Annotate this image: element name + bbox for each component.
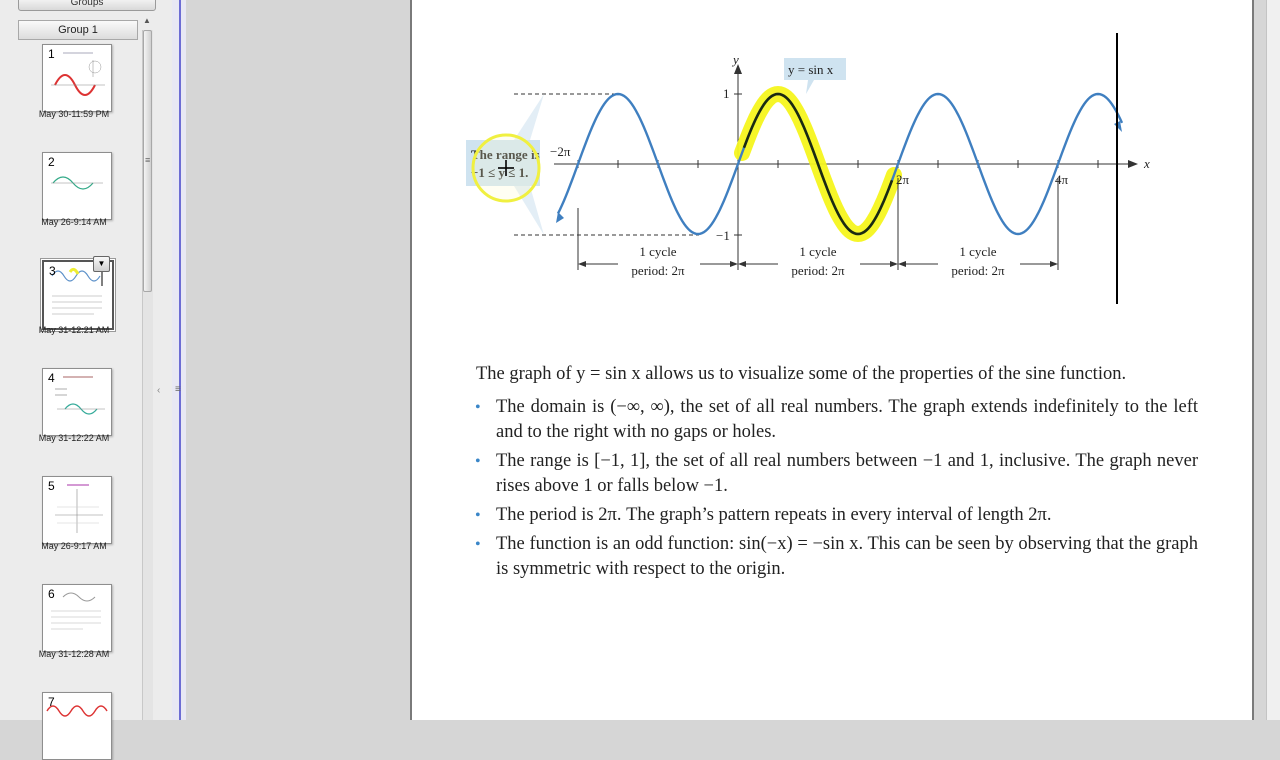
bullet-icon: • — [475, 536, 481, 553]
thumbnail-number: 1 — [48, 47, 55, 61]
splitter-grip-icon[interactable]: ≡ — [175, 384, 181, 395]
page-scrollbar[interactable] — [1266, 0, 1280, 720]
intro-paragraph: The graph of y = sin x allows us to visu… — [476, 364, 1127, 384]
thumbnail-number: 7 — [48, 695, 55, 709]
list-item-text: The domain is (−∞, ∞), the set of all re… — [496, 397, 1198, 442]
thumbnail-number: 6 — [48, 587, 55, 601]
thumbnail-number: 2 — [48, 155, 55, 169]
thumbnail-date: May 30-11:59 PM — [38, 109, 110, 119]
property-list: • The domain is (−∞, ∞), the set of all r… — [446, 395, 1198, 582]
splitter-line — [179, 0, 181, 720]
thumbnail-number: 5 — [48, 479, 55, 493]
list-item-text: The range is [−1, 1], the set of all rea… — [496, 451, 1198, 496]
thumbnail-date: May 26-9:14 AM — [41, 217, 107, 227]
cycle-period-3: period: 2π — [951, 263, 1005, 278]
grip-icon: ≡ — [145, 155, 151, 165]
thumbnail-date: May 31-12:22 AM — [38, 433, 110, 443]
thumbnail-date: May 31-12:28 AM — [38, 649, 110, 659]
range-callout-pointer — [514, 94, 544, 140]
thumbnail-date: May 26-9:17 AM — [41, 541, 107, 551]
x-axis-arrow-icon — [1128, 160, 1138, 168]
cycle-period-2: period: 2π — [791, 263, 845, 278]
y-tick-label-top: 1 — [723, 86, 730, 101]
list-item: • The period is 2π. The graph’s pattern r… — [446, 503, 1198, 528]
curve-label: y = sin x — [788, 62, 834, 77]
bullet-icon: • — [475, 399, 481, 416]
curve-left-arrow-icon — [556, 212, 564, 223]
x-tick-label-neg-2pi: −2π — [550, 144, 571, 159]
group-header[interactable]: Group 1 — [18, 20, 138, 40]
thumbnail-menu-dropdown-icon[interactable]: ▼ — [93, 256, 110, 272]
list-item: • The range is [−1, 1], the set of all re… — [446, 449, 1198, 499]
cycle-label-1: 1 cycle — [639, 244, 676, 259]
thumbnail-scrollbar[interactable]: ≡ — [142, 30, 153, 720]
y-axis-label: y — [731, 52, 739, 67]
bullet-icon: • — [475, 507, 481, 524]
list-item-text: The function is an odd function: sin(−x)… — [496, 534, 1198, 579]
scroll-up-arrow-icon[interactable]: ▲ — [142, 14, 152, 28]
page-thumbnail-5[interactable]: 5 — [42, 476, 112, 544]
x-tick-label-4pi: 4π — [1055, 172, 1069, 187]
document-text: The graph of y = sin x allows us to visu… — [446, 362, 1198, 586]
page-thumbnail-6[interactable]: 6 — [42, 584, 112, 652]
page-thumbnail-2[interactable]: 2 — [42, 152, 112, 220]
y-tick-label-bottom: −1 — [716, 228, 730, 243]
list-item: • The function is an odd function: sin(−x… — [446, 532, 1198, 582]
page-thumbnail-7[interactable]: 7 — [42, 692, 112, 760]
page-sorter-panel: Groups Group 1 ▲ 1 May 30-11:59 PM 2 May… — [0, 0, 173, 760]
scrollbar-thumb[interactable]: ≡ — [143, 30, 152, 292]
list-item-text: The period is 2π. The graph’s pattern re… — [496, 505, 1052, 525]
thumbnail-number: 4 — [48, 371, 55, 385]
cycle-label-3: 1 cycle — [959, 244, 996, 259]
list-item: • The domain is (−∞, ∞), the set of all r… — [446, 395, 1198, 445]
bullet-icon: • — [475, 453, 481, 470]
cycle-label-2: 1 cycle — [799, 244, 836, 259]
x-axis-label: x — [1143, 156, 1150, 171]
thumbnail-number: 3 — [49, 264, 56, 278]
collapse-arrow-icon[interactable]: ‹ — [157, 385, 160, 396]
thumbnail-date: May 31-12:21 AM — [38, 325, 110, 335]
groups-tab[interactable]: Groups — [18, 0, 156, 11]
cycle-period-1: period: 2π — [631, 263, 685, 278]
page-thumbnail-4[interactable]: 4 — [42, 368, 112, 436]
sine-graph: y = sin x y x 1 −1 −2π 2π 4π The range i… — [466, 33, 1150, 304]
page-thumbnail-1[interactable]: 1 — [42, 44, 112, 112]
